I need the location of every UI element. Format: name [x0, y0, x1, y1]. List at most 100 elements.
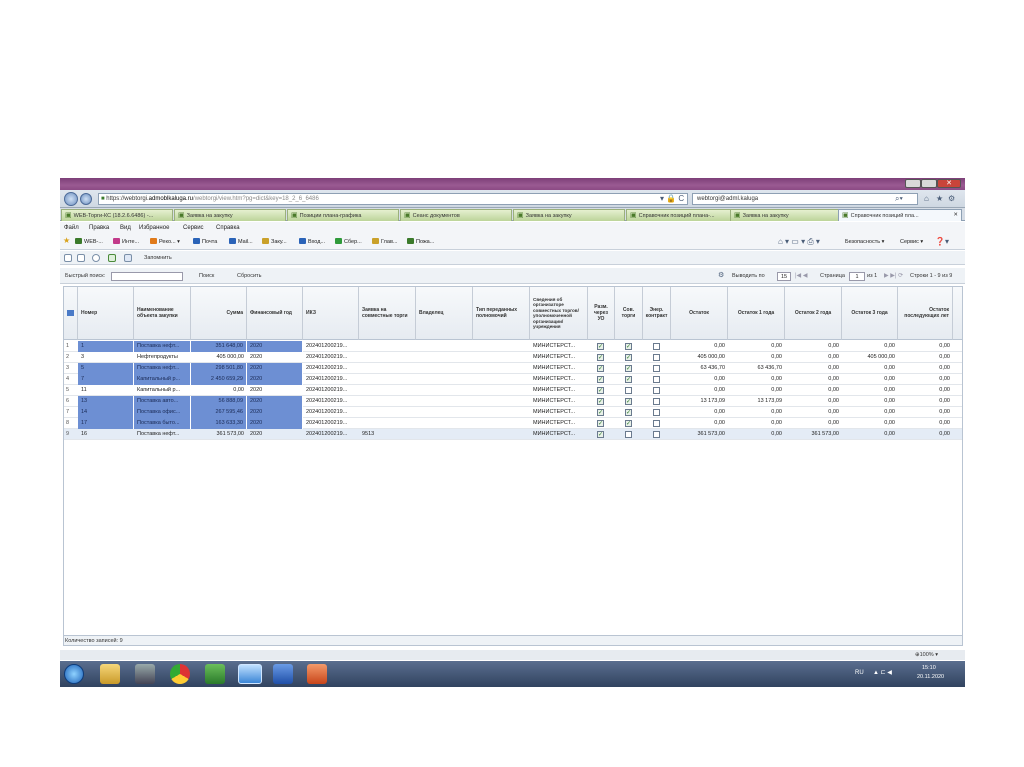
- favorite-link[interactable]: Глав...: [372, 237, 397, 247]
- menu-file[interactable]: Файл: [64, 223, 79, 233]
- col-header-sov[interactable]: Сов. торги: [615, 287, 643, 340]
- checkbox-uo[interactable]: ✓: [597, 354, 604, 361]
- close-tab-icon[interactable]: ✕: [953, 210, 958, 221]
- explorer-icon[interactable]: [100, 664, 120, 684]
- menu-service[interactable]: Сервис: [183, 223, 204, 233]
- zoom-level[interactable]: ⊕100% ▾: [915, 651, 938, 660]
- refresh-data-icon[interactable]: [108, 254, 116, 262]
- tray-icons[interactable]: ▲ ⊏ ◀: [873, 668, 892, 678]
- start-button[interactable]: [64, 664, 84, 684]
- per-page-input[interactable]: 15: [777, 272, 791, 281]
- tab-zayavka-1[interactable]: ▣ Заявка на закупку: [174, 209, 286, 221]
- col-header-ikz[interactable]: ИКЗ: [303, 287, 359, 340]
- service-menu[interactable]: Сервис ▾: [900, 237, 923, 247]
- col-header-year[interactable]: Финансовый год: [247, 287, 303, 340]
- ie-icon[interactable]: [238, 664, 262, 684]
- tab-zayavka-2[interactable]: ▣ Заявка на закупку: [513, 209, 625, 221]
- select-all-header[interactable]: [64, 287, 78, 340]
- checkbox-uo[interactable]: ✓: [597, 376, 604, 383]
- checkbox-sov[interactable]: ✓: [625, 376, 632, 383]
- search-icon[interactable]: ⌕▾: [895, 194, 903, 204]
- checkbox-sov[interactable]: ✓: [625, 398, 632, 405]
- checkbox-sov[interactable]: ✓: [625, 354, 632, 361]
- menu-favorites[interactable]: Избранное: [139, 223, 169, 233]
- col-header-rest3[interactable]: Остаток 3 года: [842, 287, 898, 340]
- checkbox-sov[interactable]: [625, 387, 632, 394]
- checkbox-energy[interactable]: [653, 365, 660, 372]
- excel-icon[interactable]: [205, 664, 225, 684]
- checkbox-energy[interactable]: [653, 387, 660, 394]
- tab-webtorgi[interactable]: ▣ WEB-Торги-КС (18.2.6.6486) -...: [61, 209, 173, 221]
- checkbox-uo[interactable]: ✓: [597, 398, 604, 405]
- copy-icon[interactable]: [77, 254, 85, 262]
- tab-spravochnik-active[interactable]: ▣ Справочник позиций пла... ✕: [838, 209, 962, 221]
- checkbox-energy[interactable]: [653, 398, 660, 405]
- last-page-icon[interactable]: ▶ ▶| ⟳: [884, 271, 903, 281]
- favorite-link[interactable]: Почта: [193, 237, 217, 247]
- menu-edit[interactable]: Правка: [89, 223, 109, 233]
- col-header-uo[interactable]: Разм. через УО: [588, 287, 615, 340]
- favorite-link[interactable]: Заку...: [262, 237, 287, 247]
- checkbox-sov[interactable]: ✓: [625, 365, 632, 372]
- col-header-rest-later[interactable]: Остаток последующих лет: [898, 287, 953, 340]
- tab-spravochnik-1[interactable]: ▣ Справочник позиций плана-...: [626, 209, 738, 221]
- settings-icon[interactable]: ⚙: [718, 271, 724, 281]
- refresh-icon[interactable]: ▾ 🔒 C: [660, 194, 684, 204]
- checkbox-energy[interactable]: [653, 354, 660, 361]
- col-header-name[interactable]: Наименование объекта закупки: [134, 287, 191, 340]
- minimize-button[interactable]: [905, 179, 921, 188]
- media-player-icon[interactable]: [135, 664, 155, 684]
- checkbox-sov[interactable]: ✓: [625, 420, 632, 427]
- col-header-type[interactable]: Тип переданных полномочий: [473, 287, 530, 340]
- checkbox-uo[interactable]: ✓: [597, 365, 604, 372]
- favorite-link[interactable]: Пожа...: [407, 237, 434, 247]
- favorites-star-icon[interactable]: ★: [63, 236, 70, 246]
- home-icon[interactable]: ⌂: [924, 194, 929, 204]
- print-icon[interactable]: [92, 254, 100, 262]
- favorite-link[interactable]: Вход...: [299, 237, 325, 247]
- checkbox-energy[interactable]: [653, 343, 660, 350]
- gear-icon[interactable]: ⚙: [948, 194, 955, 204]
- reset-button[interactable]: Сбросить: [237, 272, 261, 281]
- col-header-joint[interactable]: Заявка на совместные торги: [359, 287, 416, 340]
- page-input[interactable]: 1: [849, 272, 865, 281]
- col-header-rest[interactable]: Остаток: [671, 287, 728, 340]
- favorite-link[interactable]: Реко... ▾: [150, 237, 180, 247]
- col-header-rest1[interactable]: Остаток 1 года: [728, 287, 785, 340]
- col-header-sum[interactable]: Сумма: [191, 287, 247, 340]
- remember-button[interactable]: Запомнить: [144, 254, 172, 263]
- language-indicator[interactable]: RU: [855, 668, 864, 678]
- col-header-org[interactable]: Сведения об организаторе совместных торг…: [530, 287, 588, 340]
- find-button[interactable]: Поиск: [199, 272, 214, 281]
- new-icon[interactable]: [64, 254, 72, 262]
- col-header-rest2[interactable]: Остаток 2 года: [785, 287, 842, 340]
- checkbox-energy[interactable]: [653, 431, 660, 438]
- checkbox-sov[interactable]: ✓: [625, 343, 632, 350]
- checkbox-sov[interactable]: ✓: [625, 409, 632, 416]
- col-header-energy[interactable]: Энер. контракт: [643, 287, 671, 340]
- clock-time[interactable]: 15:10: [922, 664, 936, 672]
- menu-help[interactable]: Справка: [216, 223, 240, 233]
- star-icon[interactable]: ★: [936, 194, 943, 204]
- forward-button[interactable]: [80, 193, 92, 205]
- favorite-link[interactable]: Инте...: [113, 237, 139, 247]
- powerpoint-icon[interactable]: [307, 664, 327, 684]
- checkbox-uo[interactable]: ✓: [597, 431, 604, 438]
- favorite-link[interactable]: Mail...: [229, 237, 253, 247]
- checkbox-uo[interactable]: ✓: [597, 409, 604, 416]
- checkbox-uo[interactable]: ✓: [597, 387, 604, 394]
- favorite-link[interactable]: WEB-...: [75, 237, 103, 247]
- maximize-button[interactable]: [921, 179, 937, 188]
- checkbox-energy[interactable]: [653, 409, 660, 416]
- checkbox-uo[interactable]: ✓: [597, 420, 604, 427]
- home-page-icon[interactable]: ⌂ ▾ ▭ ▾ ⎙ ▾: [778, 237, 820, 247]
- favorite-link[interactable]: Сбер...: [335, 237, 362, 247]
- clock-date[interactable]: 20.11.2020: [917, 673, 944, 681]
- tab-zayavka-3[interactable]: ▣ Заявка на закупку: [730, 209, 842, 221]
- col-header-owner[interactable]: Владелец: [416, 287, 473, 340]
- tab-pozicii[interactable]: ▣ Позиции плана-графика: [287, 209, 399, 221]
- save-layout-icon[interactable]: [124, 254, 132, 262]
- checkbox-energy[interactable]: [653, 420, 660, 427]
- security-menu[interactable]: Безопасность ▾: [845, 237, 884, 247]
- chrome-icon[interactable]: [170, 664, 190, 684]
